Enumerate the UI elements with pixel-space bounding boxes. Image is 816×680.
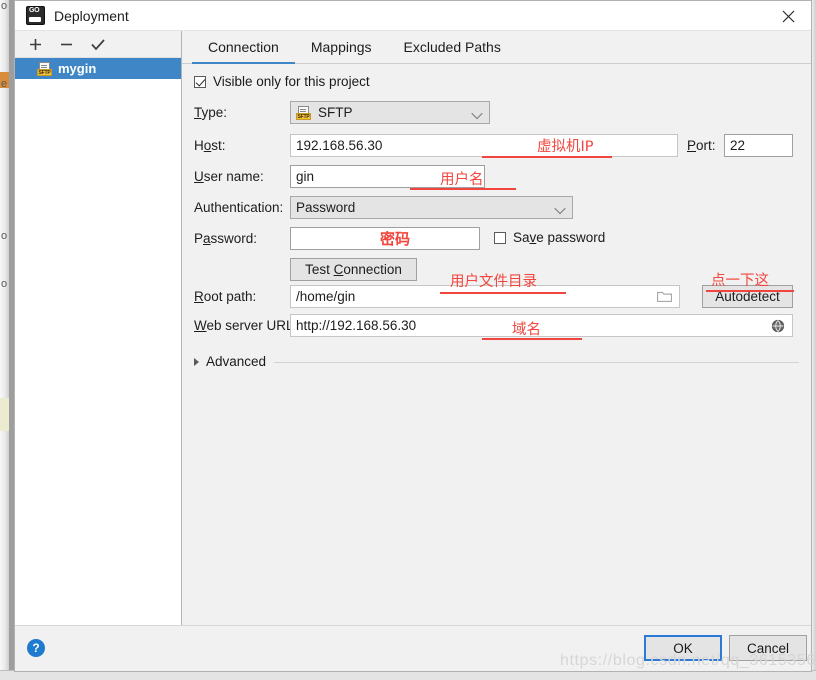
root-path-label: Root path: [194,289,257,304]
background-mark: o [1,0,8,12]
goland-icon: GO [26,6,45,25]
folder-icon[interactable] [656,290,673,303]
annotation-underline [706,290,794,292]
add-server-button[interactable] [27,36,44,53]
test-connection-label: Test Connection [305,262,402,277]
connection-form: Visible only for this project Type: SFTP… [182,64,811,626]
web-server-url-value: http://192.168.56.30 [296,318,417,333]
type-label: Type: [194,105,228,120]
annotation-domain-name: 域名 [512,322,541,338]
remove-server-button[interactable] [58,36,75,53]
password-label: Password: [194,231,258,246]
root-path-value: /home/gin [296,289,356,304]
tab-excluded-paths[interactable]: Excluded Paths [388,39,517,64]
web-server-url-label: Web server URL: [194,318,298,333]
port-label: Port: [687,138,716,153]
dialog-title: Deployment [54,7,129,24]
background-mark: e [1,78,8,90]
annotation-virtual-machine-ip: 虚拟机IP [537,139,594,155]
authentication-value: Password [296,200,356,215]
settings-tabs: Connection Mappings Excluded Paths [182,31,811,64]
authentication-combobox[interactable]: Password [290,196,573,219]
host-input[interactable]: 192.168.56.30 [290,134,678,157]
type-combobox[interactable]: SFTP SFTP [290,101,490,124]
deployment-dialog: GO Deployment SFTP mygin Connection Mapp… [14,0,812,672]
help-button[interactable]: ? [27,639,45,657]
annotation-password: 密码 [380,230,411,248]
servers-list: SFTP mygin [15,58,181,626]
type-value: SFTP [318,105,353,120]
checkbox-box [494,231,506,244]
port-value: 22 [730,138,746,153]
save-password-label: Save password [513,230,606,245]
annotation-user-name: 用户名 [440,172,484,188]
tab-mappings[interactable]: Mappings [295,39,388,64]
globe-icon[interactable] [771,319,785,333]
background-mark: o [1,230,8,242]
annotation-underline [482,156,612,158]
advanced-section-toggle[interactable]: Advanced [194,354,266,369]
visible-only-label: Visible only for this project [213,74,370,89]
chevron-down-icon [556,206,564,214]
chevron-down-icon [473,111,481,119]
sftp-icon: SFTP [296,105,311,120]
watermark: https://blog.csdn.net/qq_36153564 [560,652,816,669]
checkbox-box [194,75,206,88]
background-right-edge [812,0,816,680]
servers-toolbar [15,31,181,58]
web-server-url-input[interactable]: http://192.168.56.30 [290,314,793,337]
advanced-label: Advanced [206,354,267,369]
dialog-body: SFTP mygin Connection Mappings Excluded … [15,31,811,626]
authentication-label: Authentication: [194,200,284,215]
save-password-checkbox[interactable]: Save password [494,230,605,245]
user-name-value: gin [296,169,315,184]
background-left-gutter [0,0,9,680]
tab-connection[interactable]: Connection [192,39,295,64]
use-as-default-button[interactable] [89,36,106,53]
list-item[interactable]: SFTP mygin [15,58,181,79]
background-left-highlight [0,398,9,431]
annotation-underline [440,292,566,294]
test-connection-button[interactable]: Test Connection [290,258,417,281]
servers-panel: SFTP mygin [15,31,182,626]
annotation-underline [410,188,516,190]
chevron-right-icon [194,357,199,366]
server-name: mygin [58,61,97,76]
annotation-click-this: 点一下这 [711,273,769,289]
visible-only-checkbox[interactable]: Visible only for this project [194,74,370,89]
advanced-separator [274,362,799,363]
background-mark: o [1,278,8,290]
host-value: 192.168.56.30 [296,138,383,153]
annotation-underline [482,338,582,340]
sftp-icon: SFTP [37,61,52,76]
user-name-label: User name: [194,169,264,184]
annotation-user-file-directory: 用户文件目录 [450,274,537,290]
connection-panel: Connection Mappings Excluded Paths Visib… [182,31,811,626]
dialog-titlebar: GO Deployment [15,1,811,31]
host-label: Host: [194,138,226,153]
port-input[interactable]: 22 [724,134,793,157]
close-icon[interactable] [765,1,811,31]
